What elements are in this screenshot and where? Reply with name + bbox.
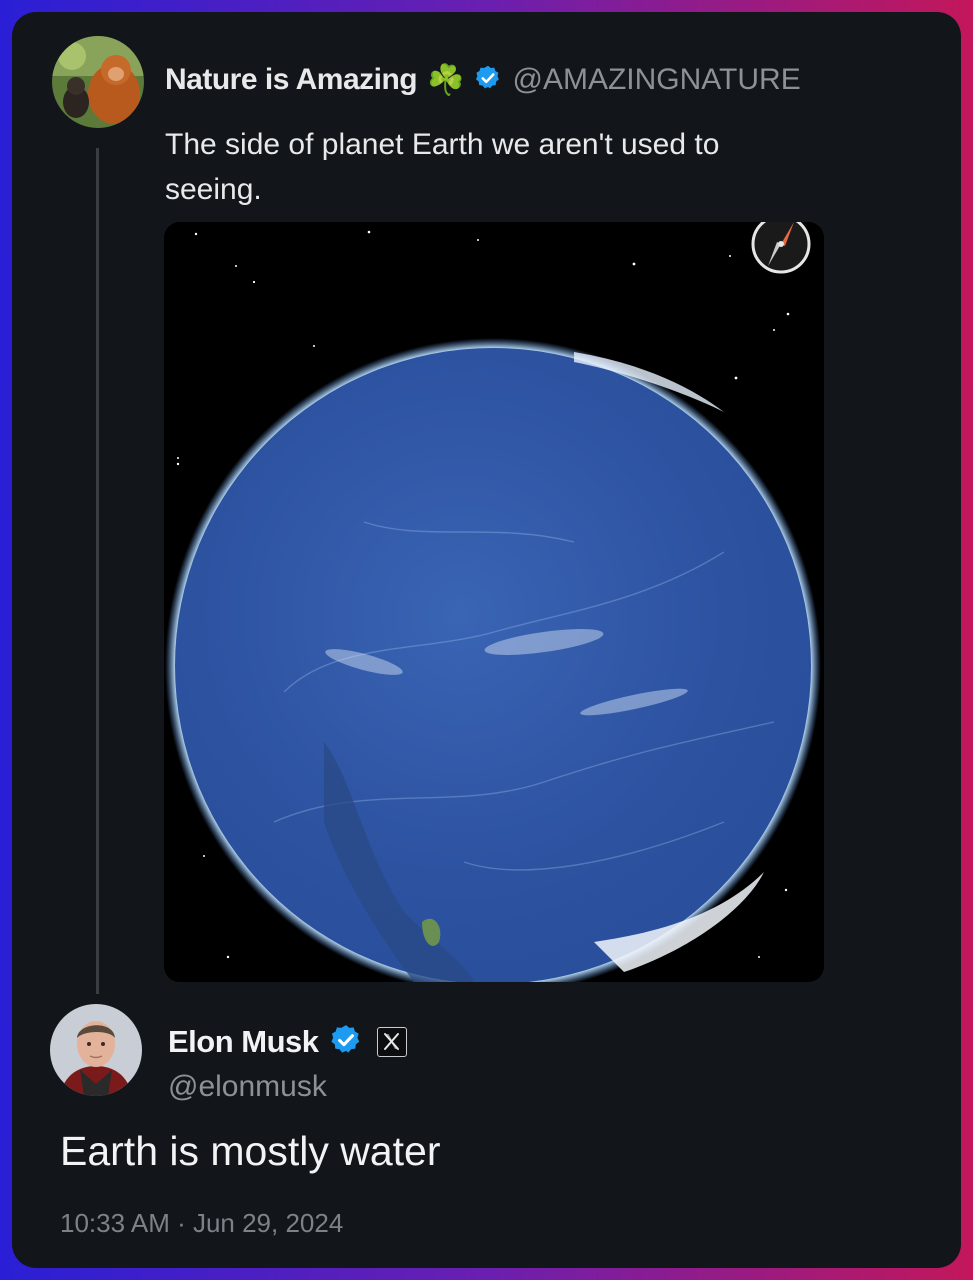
quoted-tweet-text: The side of planet Earth we aren't used … — [165, 128, 720, 206]
quoted-author-name[interactable]: Nature is Amazing — [165, 63, 418, 97]
shamrock-emoji: ☘️ — [427, 63, 465, 97]
reply-author-handle[interactable]: @elonmusk — [168, 1070, 327, 1104]
reply-author-row: Elon Musk — [168, 1020, 407, 1064]
tweet-card: Nature is Amazing ☘️ @AMAZINGNATURE The … — [12, 12, 961, 1268]
nature-avatar[interactable] — [52, 36, 144, 128]
reply-author-name[interactable]: Elon Musk — [168, 1024, 319, 1060]
tweet-timestamp[interactable]: 10:33 AM · Jun 29, 2024 — [60, 1208, 343, 1239]
quoted-author-handle[interactable]: @AMAZINGNATURE — [512, 63, 800, 97]
elon-avatar[interactable] — [50, 1004, 142, 1096]
verified-badge-icon — [474, 64, 502, 97]
quoted-author-row: Nature is Amazing ☘️ @AMAZINGNATURE — [165, 60, 801, 100]
thread-line — [96, 148, 99, 994]
earth-globe — [165, 338, 821, 982]
verified-badge-icon — [329, 1023, 363, 1062]
compass-icon[interactable] — [751, 222, 811, 274]
x-logo-icon[interactable] — [376, 1027, 407, 1057]
earth-image[interactable] — [164, 222, 824, 982]
reply-tweet-text: Earth is mostly water — [60, 1128, 441, 1174]
